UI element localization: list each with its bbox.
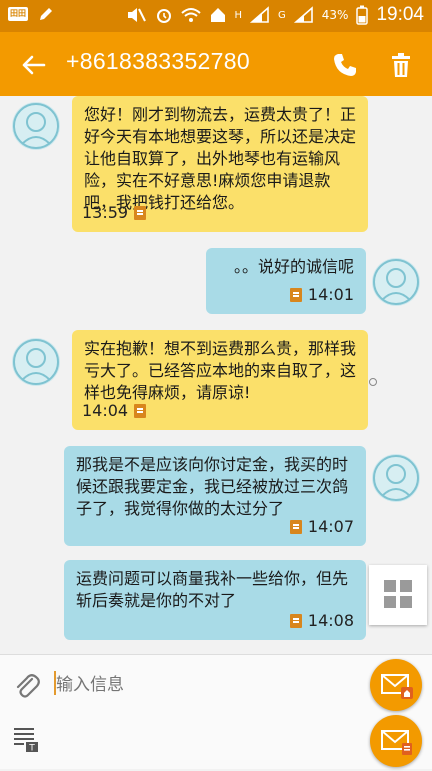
message-time: 14:01: [307, 285, 354, 304]
message-bubble-incoming[interactable]: 实在抱歉！想不到运费那么贵，那样我亏大了。已经答应本地的来自取了，这样也免得麻烦…: [72, 330, 368, 430]
clock: 19:04: [376, 4, 424, 25]
template-text-icon[interactable]: T: [12, 725, 40, 753]
app-notification-icon: 田田: [8, 7, 28, 21]
sms-type-icon: [289, 614, 302, 628]
message-input[interactable]: [56, 667, 356, 703]
message-time: 13:59: [82, 203, 129, 222]
pencil-icon: [40, 8, 52, 20]
person-icon: [373, 259, 419, 305]
network-g-label: G: [278, 9, 286, 21]
message-text: 您好！刚才到物流去，运费太贵了！正好今天有本地想要这琴，所以还是决定让他自取算了…: [84, 105, 357, 212]
svg-text:T: T: [28, 744, 35, 754]
contact-avatar[interactable]: [12, 102, 60, 150]
conversation-list[interactable]: 您好！刚才到物流去，运费太贵了！正好今天有本地想要这琴，所以还是决定让他自取算了…: [0, 96, 432, 654]
app-bar: +8618383352780: [0, 32, 432, 96]
send-sms-button[interactable]: [370, 715, 422, 767]
sms-type-icon: [289, 288, 302, 302]
wifi-icon: [180, 8, 201, 22]
composer-bar: T: [0, 654, 432, 769]
sms-type-icon: [134, 404, 147, 418]
message-bubble-outgoing[interactable]: 运费问题可以商量我补一些给你，但先斩后奏就是你的不对了 14:08: [64, 560, 366, 640]
battery-icon: [356, 5, 369, 25]
contact-avatar[interactable]: [12, 338, 60, 386]
person-icon: [13, 339, 59, 385]
message-text: 实在抱歉！想不到运费那么贵，那样我亏大了。已经答应本地的来自取了，这样也免得麻烦…: [84, 339, 357, 402]
my-avatar[interactable]: [372, 454, 420, 502]
message-text: 运费问题可以商量我补一些给你，但先斩后奏就是你的不对了: [76, 569, 349, 610]
home-icon: [210, 8, 225, 22]
message-bubble-outgoing[interactable]: 那我是不是应该向你讨定金，我买的时候还跟我要定金，我已经被放过三次鸽子了，我觉得…: [64, 446, 366, 546]
battery-percent: 43%: [321, 8, 349, 22]
message-time: 14:04: [82, 401, 129, 420]
message-time: 14:08: [307, 611, 354, 630]
message-text: 那我是不是应该向你讨定金，我买的时候还跟我要定金，我已经被放过三次鸽子了，我觉得…: [76, 455, 349, 518]
scroll-indicator: [369, 378, 377, 386]
mail-send-icon: [381, 730, 412, 755]
sms-type-icon: [134, 206, 147, 220]
attach-paperclip-icon[interactable]: [12, 671, 42, 701]
message-text: 。。说好的诚信呢: [233, 257, 354, 276]
message-bubble-outgoing[interactable]: 。。说好的诚信呢 14:01: [206, 248, 366, 314]
message-time: 14:07: [307, 517, 354, 536]
trash-icon[interactable]: [386, 50, 416, 80]
message-bubble-incoming[interactable]: 您好！刚才到物流去，运费太贵了！正好今天有本地想要这琴，所以还是决定让他自取算了…: [72, 96, 368, 232]
network-h-label: H: [234, 9, 243, 21]
person-icon: [13, 103, 59, 149]
alarm-icon: [156, 9, 171, 23]
my-avatar[interactable]: [372, 258, 420, 306]
phone-icon[interactable]: [330, 50, 360, 80]
quick-panel-button[interactable]: [369, 565, 427, 625]
status-bar: 田田 H G 43% 19:04: [0, 0, 432, 32]
grid-icon: [384, 580, 412, 608]
send-mms-button[interactable]: [370, 659, 422, 711]
mute-icon: [127, 8, 146, 22]
conversation-title: +8618383352780: [66, 48, 250, 74]
signal-icon: [250, 6, 269, 23]
back-arrow-icon[interactable]: [18, 50, 48, 80]
sms-type-icon: [289, 520, 302, 534]
signal-icon-2: [293, 6, 313, 23]
mail-attachment-icon: [381, 674, 413, 699]
person-icon: [373, 455, 419, 501]
